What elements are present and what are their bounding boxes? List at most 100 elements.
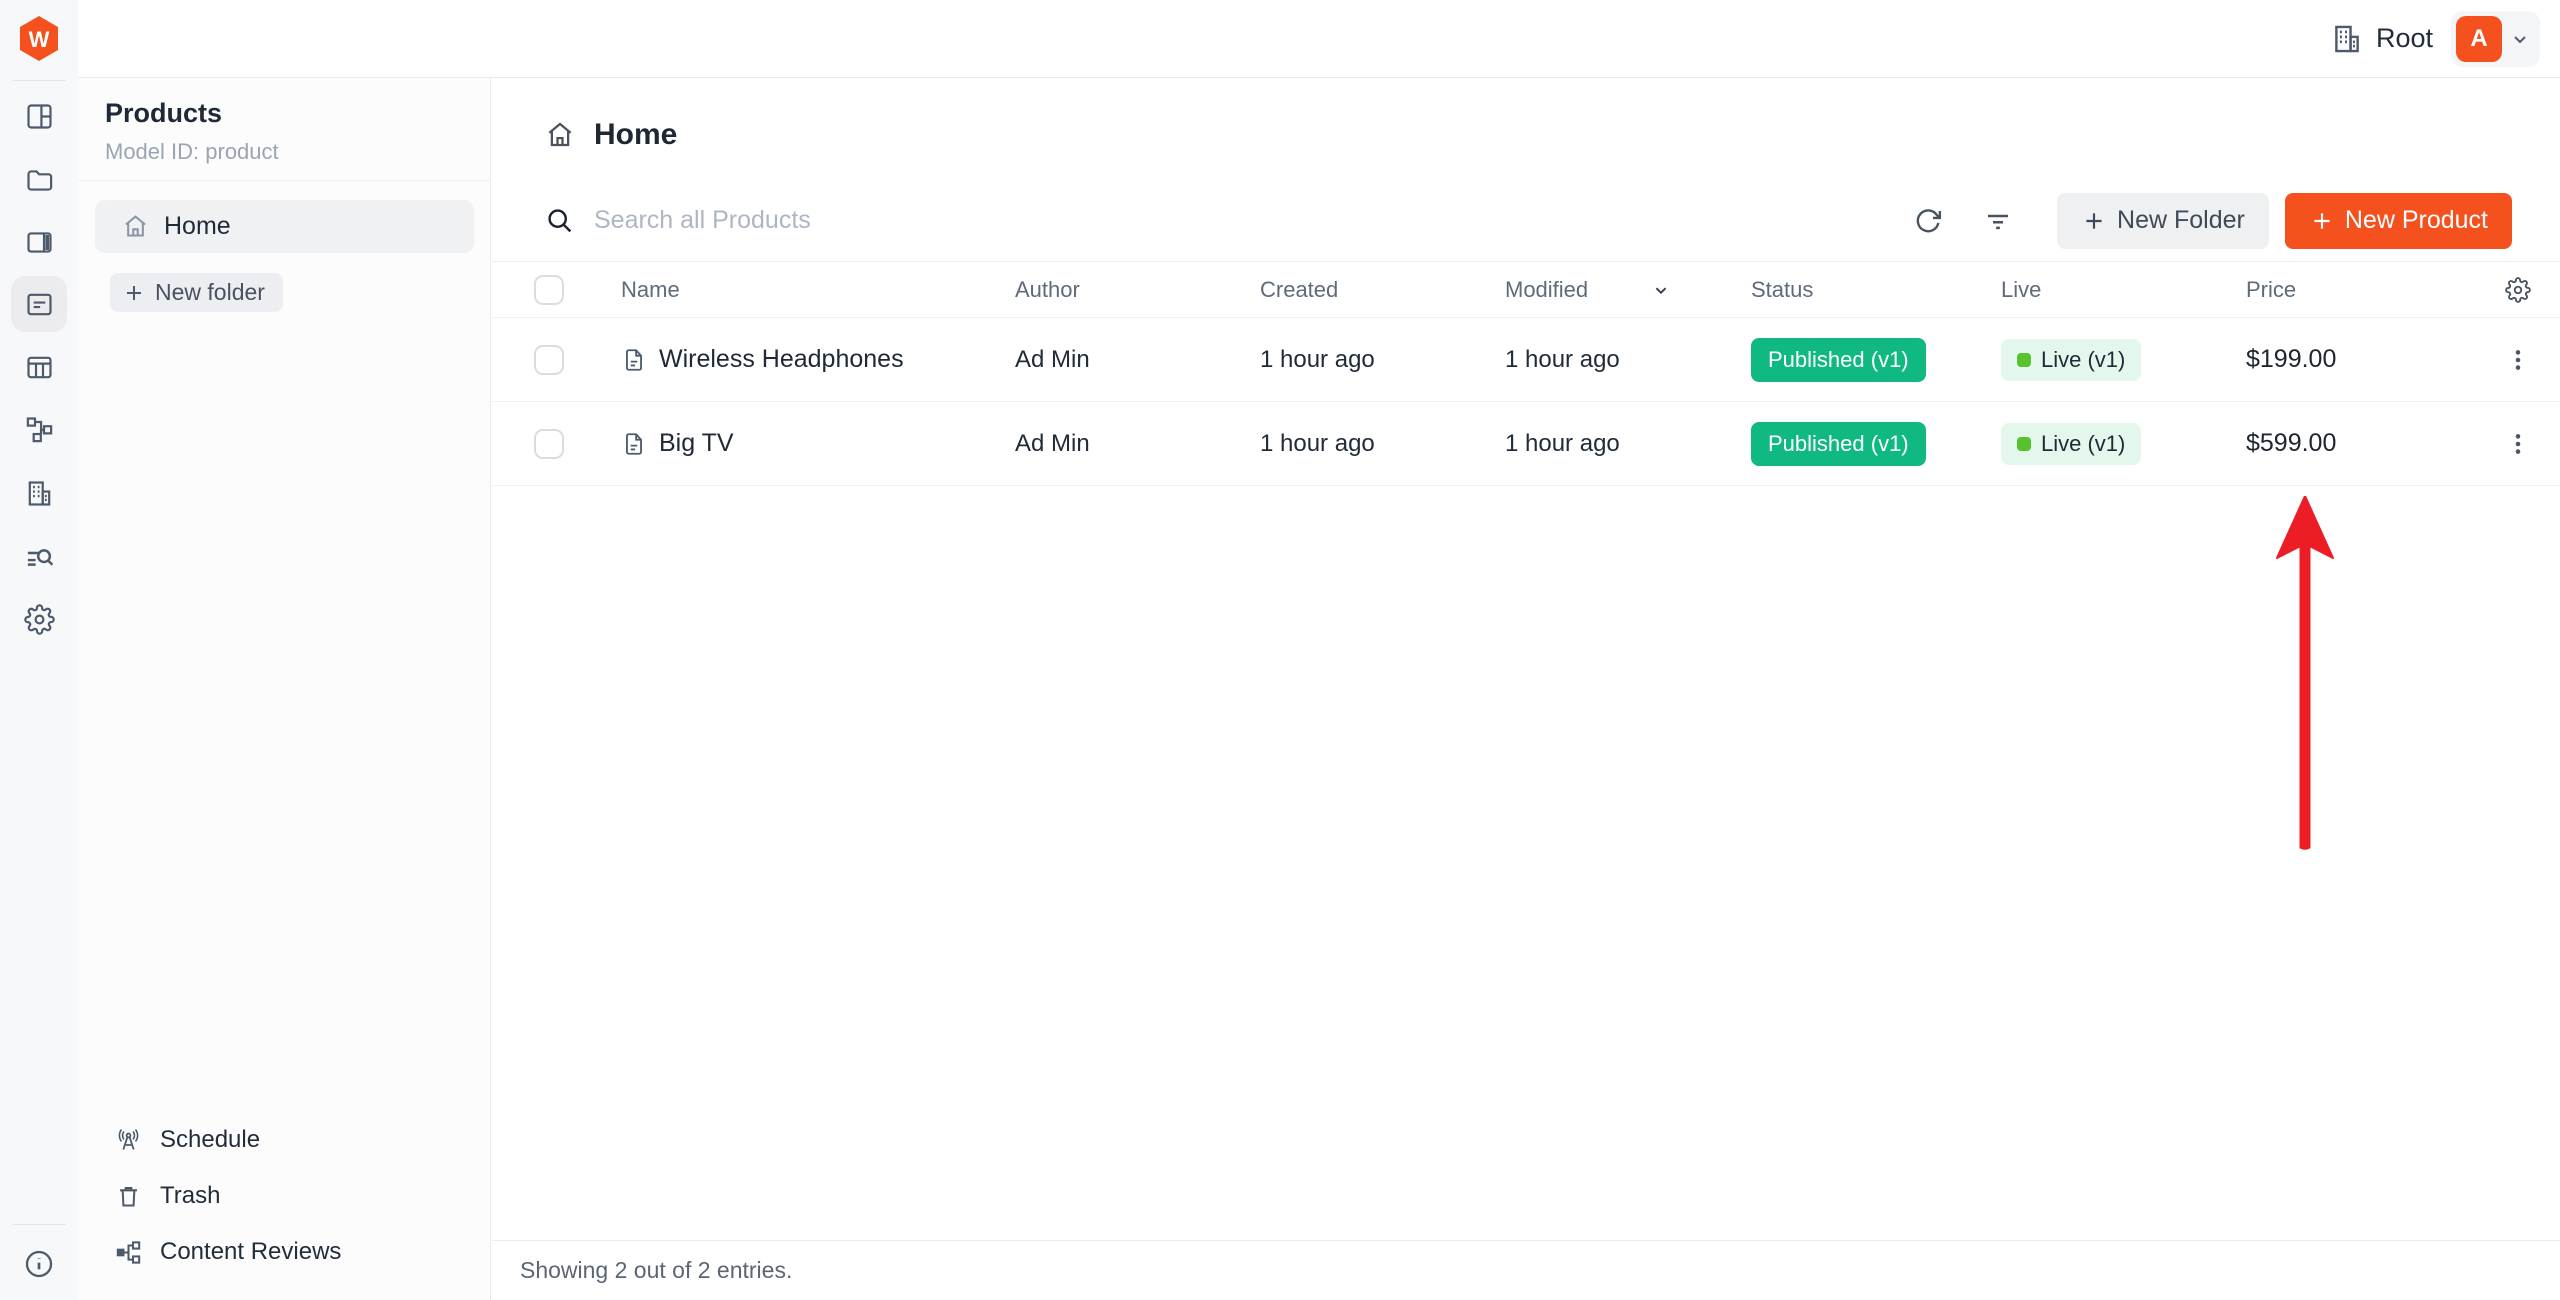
- annotation-arrow: [2275, 496, 2335, 858]
- settings-gear-icon: [24, 604, 55, 635]
- live-badge: Live (v1): [2001, 423, 2141, 465]
- schedule-label: Schedule: [160, 1126, 260, 1154]
- app-window: W: [0, 0, 2560, 1300]
- logo-letter: W: [17, 27, 61, 53]
- entry-modified: 1 hour ago: [1505, 430, 1751, 458]
- rail-divider-top: [12, 80, 66, 81]
- folder-icon: [24, 165, 55, 196]
- sidebar-footer: Schedule Trash Content Reviews: [78, 1112, 490, 1280]
- model-sidebar: Products Model ID: product Home New fold…: [78, 78, 491, 1300]
- new-folder-button-label: New Folder: [2117, 206, 2245, 235]
- new-folder-sidebar-button[interactable]: New folder: [110, 273, 283, 312]
- rail-item-form-builder[interactable]: [11, 339, 67, 395]
- building-icon: [24, 478, 55, 509]
- live-dot: [2017, 353, 2031, 367]
- entry-name: Wireless Headphones: [659, 345, 904, 374]
- info-icon: [23, 1248, 55, 1280]
- sidebar-item-trash[interactable]: Trash: [78, 1168, 490, 1224]
- table-icon: [24, 352, 55, 383]
- search-input[interactable]: [594, 206, 1294, 235]
- rail-item-apw[interactable]: [11, 401, 67, 457]
- entries-count: Showing 2 out of 2 entries.: [520, 1257, 792, 1284]
- table-row[interactable]: Big TV Ad Min 1 hour ago 1 hour ago Publ…: [492, 402, 2560, 486]
- rail-item-file-manager[interactable]: [11, 152, 67, 208]
- column-author: Author: [1015, 277, 1260, 303]
- model-id: Model ID: product: [105, 139, 490, 165]
- sidebar-item-label: Home: [164, 212, 231, 241]
- column-price: Price: [2246, 277, 2476, 303]
- page-header: Home: [492, 78, 2560, 152]
- live-badge-label: Live (v1): [2041, 347, 2125, 373]
- webiny-logo[interactable]: W: [17, 15, 61, 62]
- home-icon: [545, 120, 575, 150]
- rail-item-tenant-manager[interactable]: [11, 465, 67, 521]
- kebab-menu-icon: [2505, 431, 2531, 457]
- rail-item-page-builder[interactable]: [11, 214, 67, 270]
- sidebar-item-schedule[interactable]: Schedule: [78, 1112, 490, 1168]
- plus-icon: [2081, 208, 2107, 234]
- sitemap-icon: [24, 414, 55, 445]
- sidebar-item-home[interactable]: Home: [95, 200, 474, 253]
- broadcast-tower-icon: [115, 1127, 142, 1154]
- user-menu[interactable]: A: [2451, 11, 2540, 67]
- search-icon: [545, 206, 574, 235]
- entry-name: Big TV: [659, 429, 734, 458]
- filter-button[interactable]: [1977, 200, 2019, 242]
- column-created: Created: [1260, 277, 1505, 303]
- plus-icon: [2309, 208, 2335, 234]
- rail-item-dashboard[interactable]: [11, 88, 67, 144]
- main-content: Home New Folder New Product: [492, 78, 2560, 1300]
- trash-label: Trash: [160, 1182, 220, 1210]
- live-badge: Live (v1): [2001, 339, 2141, 381]
- gear-icon: [2505, 277, 2531, 303]
- column-name: Name: [621, 277, 1015, 303]
- page-builder-icon: [24, 227, 55, 258]
- entry-author: Ad Min: [1015, 346, 1260, 374]
- tenant-selector[interactable]: Root: [2330, 22, 2433, 56]
- new-product-button-label: New Product: [2345, 206, 2488, 235]
- column-modified: Modified: [1505, 277, 1751, 303]
- entry-created: 1 hour ago: [1260, 346, 1505, 374]
- new-folder-button[interactable]: New Folder: [2057, 193, 2269, 249]
- status-badge: Published (v1): [1751, 422, 1926, 466]
- page-title: Home: [594, 118, 677, 152]
- kebab-menu-icon: [2505, 347, 2531, 373]
- rail-item-info[interactable]: [11, 1236, 67, 1292]
- live-dot: [2017, 437, 2031, 451]
- workflow-icon: [115, 1239, 142, 1266]
- live-badge-label: Live (v1): [2041, 431, 2125, 457]
- row-checkbox[interactable]: [534, 345, 564, 375]
- entry-author: Ad Min: [1015, 430, 1260, 458]
- row-menu-button[interactable]: [2476, 347, 2560, 373]
- refresh-icon: [1913, 206, 1943, 236]
- row-checkbox[interactable]: [534, 429, 564, 459]
- column-status: Status: [1751, 277, 2001, 303]
- sort-chevron-down-icon[interactable]: [1650, 279, 1672, 301]
- icon-rail: W: [0, 0, 78, 1300]
- document-icon: [621, 347, 647, 373]
- rail-item-settings[interactable]: [11, 591, 67, 647]
- refresh-button[interactable]: [1907, 200, 1949, 242]
- entry-modified: 1 hour ago: [1505, 346, 1751, 374]
- rail-item-headless-cms[interactable]: [11, 276, 67, 332]
- sidebar-item-content-reviews[interactable]: Content Reviews: [78, 1224, 490, 1280]
- entry-price: $599.00: [2246, 429, 2476, 458]
- row-menu-button[interactable]: [2476, 431, 2560, 457]
- rail-divider-bottom: [12, 1224, 66, 1225]
- model-title: Products: [105, 98, 490, 129]
- status-badge: Published (v1): [1751, 338, 1926, 382]
- table-row[interactable]: Wireless Headphones Ad Min 1 hour ago 1 …: [492, 318, 2560, 402]
- content-reviews-label: Content Reviews: [160, 1238, 341, 1266]
- new-product-button[interactable]: New Product: [2285, 193, 2512, 249]
- select-all-checkbox[interactable]: [534, 275, 564, 305]
- avatar: A: [2456, 16, 2502, 62]
- table-header: Name Author Created Modified Status Live…: [492, 262, 2560, 318]
- new-folder-sidebar-label: New folder: [155, 279, 265, 306]
- column-settings-button[interactable]: [2476, 277, 2560, 303]
- column-live: Live: [2001, 277, 2246, 303]
- column-modified-label: Modified: [1505, 277, 1588, 303]
- entry-price: $199.00: [2246, 345, 2476, 374]
- home-icon: [122, 213, 149, 240]
- filter-icon: [1983, 206, 2013, 236]
- rail-item-audit-logs[interactable]: [11, 529, 67, 585]
